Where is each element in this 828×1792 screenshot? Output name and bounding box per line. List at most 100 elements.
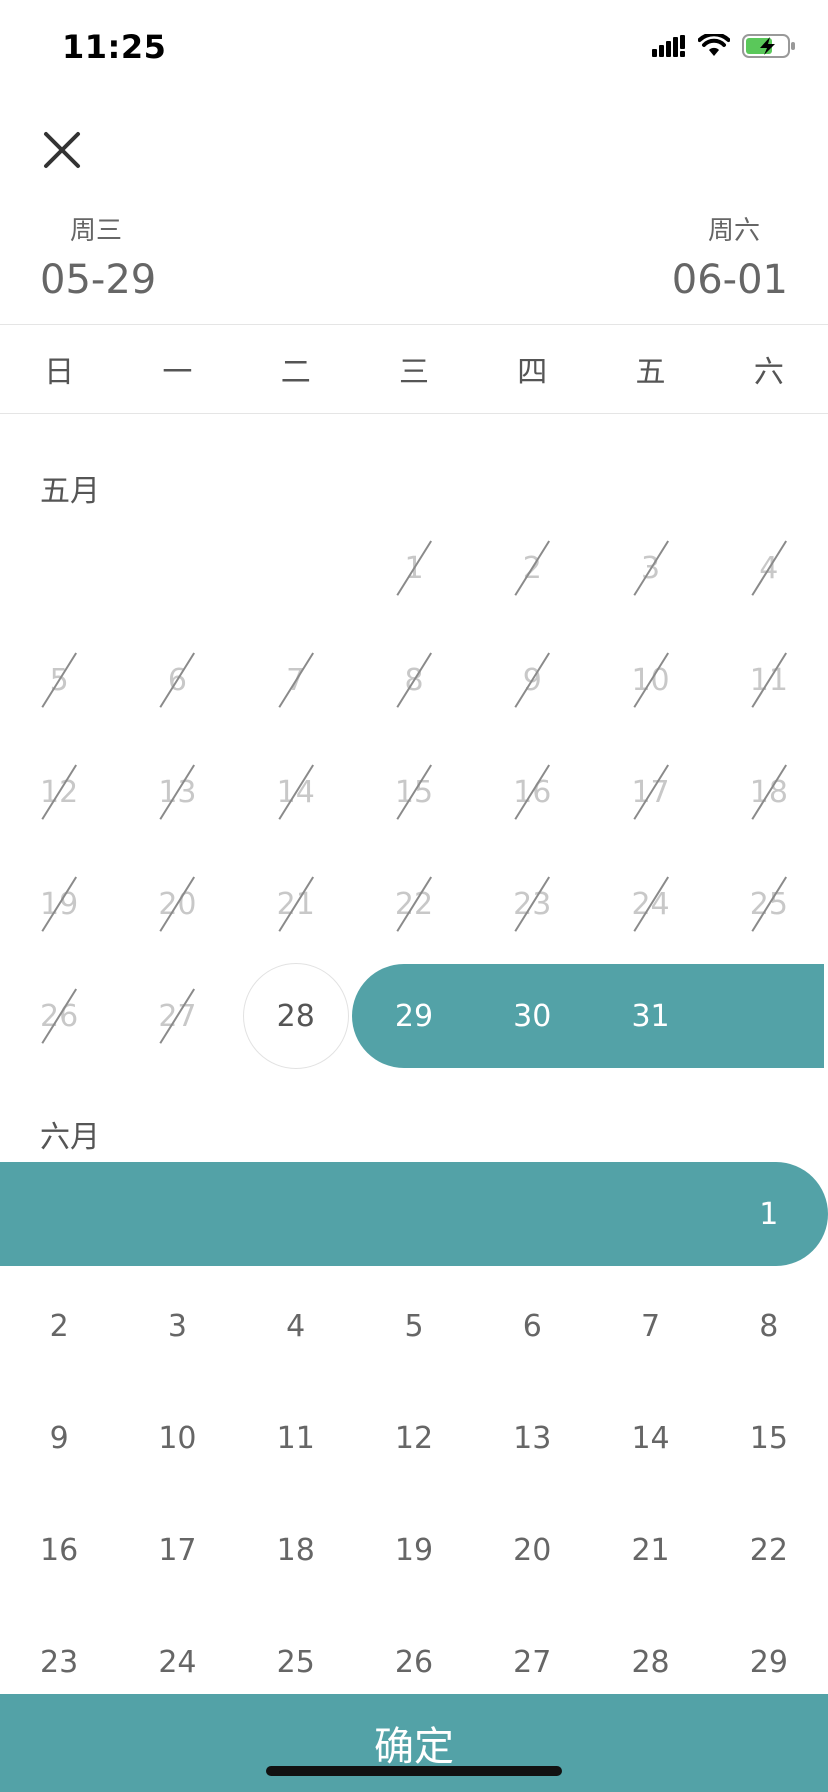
day-number: 3 xyxy=(641,550,661,586)
day-cell: 15 xyxy=(355,736,473,848)
weekday-sat: 六 xyxy=(753,355,784,390)
day-cell[interactable]: 28 xyxy=(237,960,355,1072)
day-cell[interactable]: 20 xyxy=(473,1494,591,1606)
day-cell[interactable]: 12 xyxy=(355,1382,473,1494)
day-number: 29 xyxy=(394,998,434,1034)
day-cell[interactable]: 17 xyxy=(118,1494,236,1606)
confirm-button[interactable]: 确定 xyxy=(0,1694,828,1792)
day-cell[interactable]: 29 xyxy=(355,960,473,1072)
day-cell[interactable]: 5 xyxy=(355,1270,473,1382)
month-label-june: 六月 xyxy=(40,1120,100,1155)
day-cell: 12 xyxy=(0,736,118,848)
day-cell: 24 xyxy=(591,848,709,960)
day-number: 24 xyxy=(631,886,670,922)
day-number: 23 xyxy=(40,1644,79,1680)
month-label-may: 五月 xyxy=(40,474,100,509)
wifi-icon xyxy=(698,34,730,58)
day-number: 14 xyxy=(276,774,315,810)
day-cell[interactable]: 11 xyxy=(237,1382,355,1494)
start-date[interactable]: 周三 05-29 xyxy=(40,210,156,303)
day-cell: 9 xyxy=(473,624,591,736)
day-cell: 26 xyxy=(0,960,118,1072)
day-cell: 23 xyxy=(473,848,591,960)
day-number: 9 xyxy=(522,662,542,698)
day-number: 18 xyxy=(749,774,788,810)
end-weekday: 周六 xyxy=(707,216,760,246)
calendar-grid-may: 1 2 3 4 5 6 7 8 9 10 11 12 13 14 15 16 17 18 19 20 21 22 23 24 2… xyxy=(0,512,828,1072)
day-number: 29 xyxy=(749,1644,788,1680)
weekday-wed: 三 xyxy=(398,355,429,390)
day-number: 26 xyxy=(40,998,79,1034)
day-number: 9 xyxy=(49,1420,69,1456)
day-cell[interactable]: 16 xyxy=(0,1494,118,1606)
end-date[interactable]: 周六 06-01 xyxy=(672,210,788,303)
day-number: 27 xyxy=(513,1644,552,1680)
empty-cell xyxy=(0,512,118,624)
day-number: 17 xyxy=(631,774,670,810)
day-number: 16 xyxy=(513,774,552,810)
day-cell: 22 xyxy=(355,848,473,960)
day-cell: 8 xyxy=(355,624,473,736)
day-cell[interactable]: 4 xyxy=(237,1270,355,1382)
start-date-value: 05-29 xyxy=(40,257,157,303)
weekday-mon: 一 xyxy=(162,355,193,390)
end-date-value: 06-01 xyxy=(671,257,788,303)
day-cell[interactable]: 30 xyxy=(473,960,591,1072)
day-cell: 2 xyxy=(473,512,591,624)
day-cell[interactable]: 31 xyxy=(591,960,709,1072)
day-number: 21 xyxy=(631,1532,670,1568)
day-number: 2 xyxy=(522,550,542,586)
status-time: 11:25 xyxy=(62,28,167,66)
day-number: 12 xyxy=(40,774,79,810)
day-number: 13 xyxy=(513,1420,552,1456)
day-cell: 21 xyxy=(237,848,355,960)
day-cell[interactable]: 3 xyxy=(118,1270,236,1382)
day-cell[interactable]: 10 xyxy=(118,1382,236,1494)
day-number: 5 xyxy=(49,662,69,698)
weekday-tue: 二 xyxy=(280,355,311,390)
day-number: 13 xyxy=(158,774,197,810)
day-cell: 27 xyxy=(118,960,236,1072)
day-cell[interactable]: 9 xyxy=(0,1382,118,1494)
weekday-header: 日 一 二 三 四 五 六 xyxy=(0,324,828,414)
weekday-fri: 五 xyxy=(635,355,666,390)
day-number: 6 xyxy=(522,1308,542,1344)
day-cell: 10 xyxy=(591,624,709,736)
day-number: 21 xyxy=(276,886,315,922)
day-cell[interactable]: 1 xyxy=(710,1158,828,1270)
day-number: 3 xyxy=(167,1308,187,1344)
day-cell: 20 xyxy=(118,848,236,960)
day-cell: 3 xyxy=(591,512,709,624)
day-cell[interactable]: 22 xyxy=(710,1494,828,1606)
day-cell: 5 xyxy=(0,624,118,736)
day-number: 11 xyxy=(749,662,788,698)
day-number: 1 xyxy=(404,550,424,586)
empty-cell xyxy=(237,512,355,624)
day-cell[interactable]: 21 xyxy=(591,1494,709,1606)
day-number: 7 xyxy=(641,1308,661,1344)
day-cell[interactable]: 19 xyxy=(355,1494,473,1606)
day-cell[interactable]: 8 xyxy=(710,1270,828,1382)
close-icon[interactable] xyxy=(40,128,84,172)
day-cell[interactable]: 14 xyxy=(591,1382,709,1494)
day-cell[interactable]: 13 xyxy=(473,1382,591,1494)
day-number: 27 xyxy=(158,998,197,1034)
day-cell[interactable]: 6 xyxy=(473,1270,591,1382)
weekday-thu: 四 xyxy=(517,355,548,390)
day-cell[interactable]: 15 xyxy=(710,1382,828,1494)
day-cell[interactable]: 2 xyxy=(0,1270,118,1382)
day-cell[interactable]: 18 xyxy=(237,1494,355,1606)
day-cell[interactable]: 7 xyxy=(591,1270,709,1382)
day-cell: 1 xyxy=(355,512,473,624)
close-button[interactable] xyxy=(40,128,84,172)
day-number: 14 xyxy=(631,1420,670,1456)
day-number: 2 xyxy=(49,1308,69,1344)
day-cell: 17 xyxy=(591,736,709,848)
day-cell: 16 xyxy=(473,736,591,848)
day-cell: 13 xyxy=(118,736,236,848)
day-cell: 19 xyxy=(0,848,118,960)
day-number: 8 xyxy=(759,1308,779,1344)
day-number: 19 xyxy=(40,886,79,922)
day-number: 25 xyxy=(749,886,788,922)
day-number: 25 xyxy=(276,1644,315,1680)
